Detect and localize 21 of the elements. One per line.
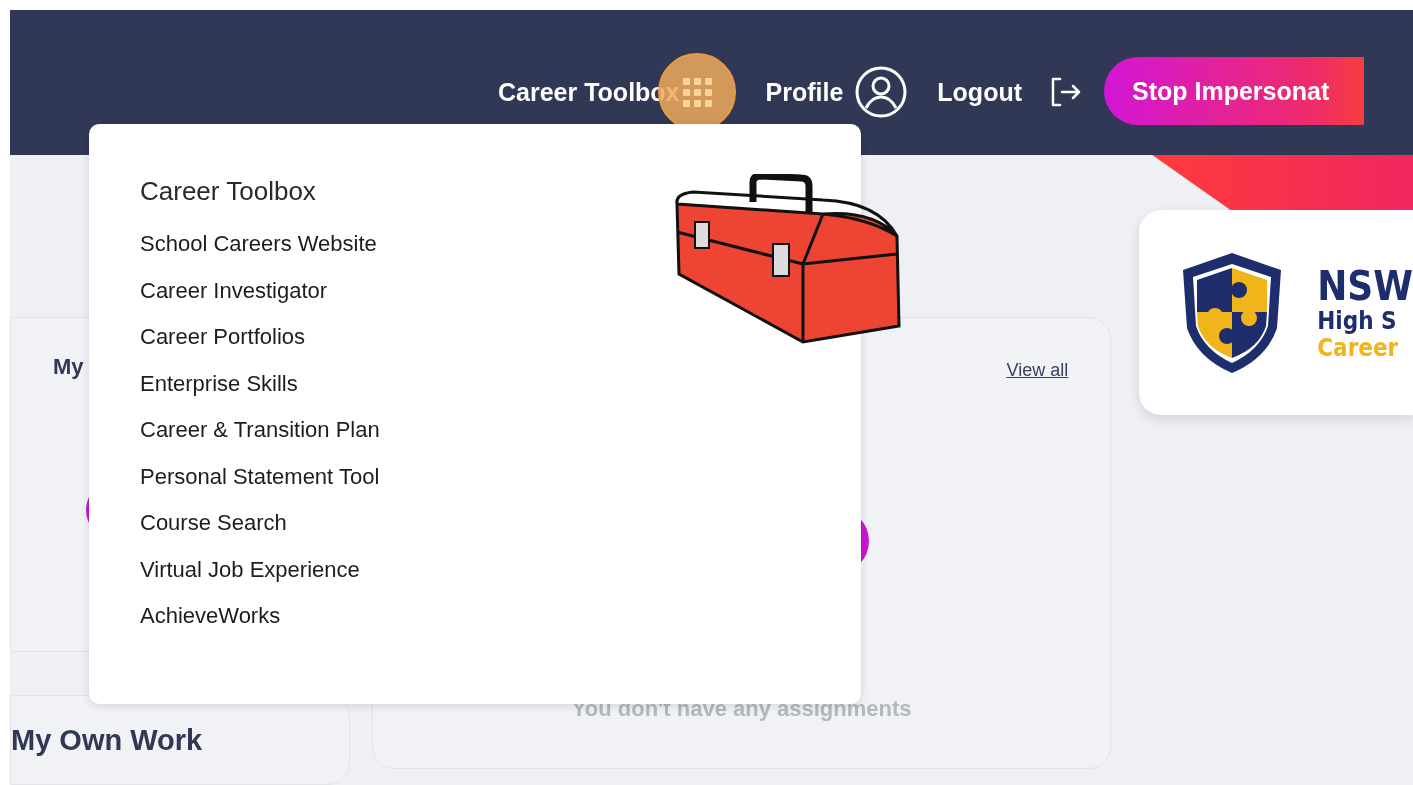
card-title: My xyxy=(53,354,84,380)
menu-item[interactable]: School Careers Website xyxy=(140,221,377,268)
view-all-link[interactable]: View all xyxy=(1006,360,1069,381)
menu-item[interactable]: Course Search xyxy=(140,500,287,547)
menu-item[interactable]: AchieveWorks xyxy=(140,593,281,640)
logo-text: High S xyxy=(1317,308,1398,335)
stop-impersonating-button[interactable]: Stop Impersonat xyxy=(1104,57,1364,125)
menu-title: Career Toolbox xyxy=(140,176,317,207)
logo-text: NSW xyxy=(1317,264,1413,309)
logo-text: Career xyxy=(1317,334,1400,361)
profile-link[interactable]: Profile xyxy=(765,57,844,127)
logout-link[interactable]: Logout xyxy=(937,57,1022,127)
user-icon[interactable] xyxy=(855,66,908,118)
menu-item[interactable]: Enterprise Skills xyxy=(140,360,298,407)
menu-item[interactable]: Career Portfolios xyxy=(140,314,306,361)
menu-item[interactable]: Career Investigator xyxy=(140,267,328,314)
menu-item[interactable]: Career & Transition Plan xyxy=(140,407,380,454)
card-title: My Own Work xyxy=(11,724,204,757)
logout-icon[interactable] xyxy=(1050,77,1082,107)
menu-item[interactable]: Virtual Job Experience xyxy=(140,546,360,593)
menu-item[interactable]: Personal Statement Tool xyxy=(140,453,380,500)
